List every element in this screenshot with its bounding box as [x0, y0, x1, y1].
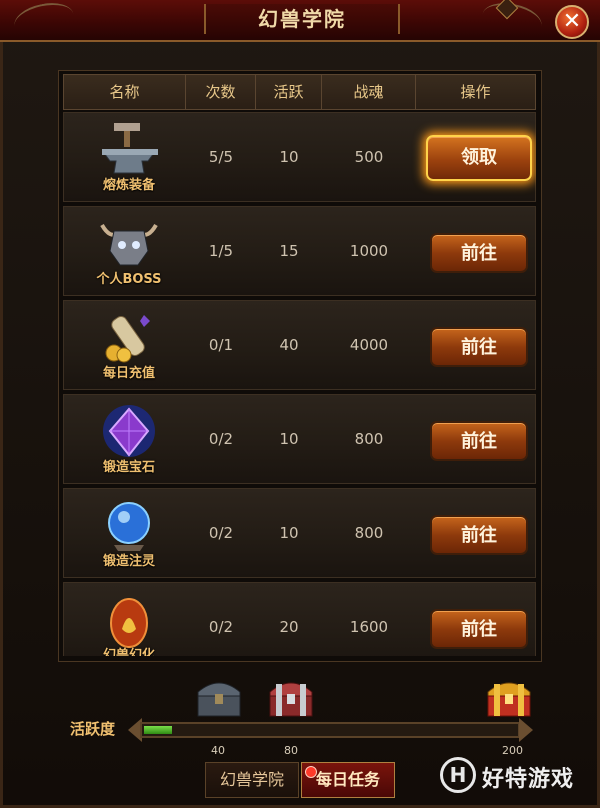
task-soul: 1600 — [349, 618, 389, 636]
task-soul: 1000 — [349, 242, 389, 260]
header-action: 操作 — [460, 83, 491, 101]
task-count: 0/1 — [208, 336, 234, 354]
close-icon: ✕ — [562, 9, 582, 34]
header-name: 名称 — [64, 75, 186, 109]
task-name: 每日充值 — [102, 366, 155, 381]
gold-chest-icon[interactable] — [484, 674, 534, 720]
task-count: 1/5 — [208, 242, 234, 260]
task-count: 0/2 — [208, 524, 234, 542]
header-count: 次数 — [186, 75, 256, 109]
task-soul: 800 — [354, 430, 384, 448]
title-plate: 幻兽学院 — [204, 0, 519, 34]
progress-arrow-right — [519, 718, 533, 742]
watermark-logo: H — [440, 757, 476, 793]
header-soul: 战魂 — [322, 75, 416, 109]
task-soul: 4000 — [349, 336, 389, 354]
notification-badge — [305, 766, 317, 778]
goto-button[interactable]: 前往 — [430, 233, 528, 273]
scroll-coins-icon — [105, 315, 150, 363]
tab-beast-academy[interactable]: 幻兽学院 — [205, 762, 299, 798]
task-count: 0/2 — [208, 430, 234, 448]
ornament-left — [11, 0, 77, 42]
close-button[interactable]: ✕ — [555, 5, 589, 39]
task-row: 锻造注灵 0/2 10 800 前往 — [63, 488, 536, 578]
activity-progress-fill — [144, 726, 172, 734]
task-soul: 800 — [354, 524, 384, 542]
task-row: 幻兽幻化 0/2 20 1600 前往 — [63, 582, 536, 656]
task-list[interactable]: 熔炼装备 5/5 10 500 领取 个人BOSS 1/5 15 1000 前往… — [63, 112, 536, 656]
task-count: 5/5 — [208, 148, 234, 166]
blue-orb-icon — [108, 502, 150, 551]
task-name: 锻造注灵 — [102, 554, 155, 569]
task-activity: 15 — [279, 242, 299, 260]
goto-button[interactable]: 前往 — [430, 421, 528, 461]
header-activity: 活跃 — [256, 75, 322, 109]
task-name: 个人BOSS — [96, 272, 162, 287]
goto-button[interactable]: 前往 — [430, 327, 528, 367]
demon-skull-icon — [100, 223, 158, 266]
table-header: 名称 次数 活跃 战魂 操作 — [63, 74, 536, 110]
task-row: 每日充值 0/1 40 4000 前往 — [63, 300, 536, 390]
purple-gem-icon — [103, 405, 155, 457]
task-activity: 40 — [279, 336, 299, 354]
iron-chest-icon[interactable] — [194, 674, 244, 720]
task-row: 锻造宝石 0/2 10 800 前往 — [63, 394, 536, 484]
title-bar: 幻兽学院 ✕ — [0, 0, 600, 42]
anvil-icon — [102, 123, 158, 174]
task-activity: 10 — [279, 524, 299, 542]
task-activity: 10 — [279, 430, 299, 448]
task-soul: 500 — [354, 148, 384, 166]
milestone-label: 40 — [211, 744, 225, 757]
activity-label: 活跃度 — [70, 720, 116, 738]
task-count: 0/2 — [208, 618, 234, 636]
silver-chest-icon[interactable] — [266, 674, 316, 720]
window-title: 幻兽学院 — [258, 7, 346, 31]
goto-button[interactable]: 前往 — [430, 609, 528, 649]
task-activity: 10 — [279, 148, 299, 166]
claim-button[interactable]: 领取 — [426, 135, 532, 181]
activity-progress-bar — [140, 722, 520, 738]
tab-daily-tasks[interactable]: 每日任务 — [301, 762, 395, 798]
watermark-text: 好特游戏 — [482, 767, 575, 792]
task-name: 锻造宝石 — [102, 460, 155, 475]
goto-button[interactable]: 前往 — [430, 515, 528, 555]
site-watermark: H 好特游戏 — [440, 755, 590, 799]
task-activity: 20 — [279, 618, 299, 636]
task-row: 熔炼装备 5/5 10 500 领取 — [63, 112, 536, 202]
task-row: 个人BOSS 1/5 15 1000 前往 — [63, 206, 536, 296]
tab-daily-tasks-label: 每日任务 — [315, 770, 380, 789]
flame-egg-icon — [110, 598, 148, 648]
milestone-label: 80 — [284, 744, 298, 757]
task-name: 幻兽幻化 — [102, 648, 155, 656]
task-name: 熔炼装备 — [102, 178, 155, 193]
